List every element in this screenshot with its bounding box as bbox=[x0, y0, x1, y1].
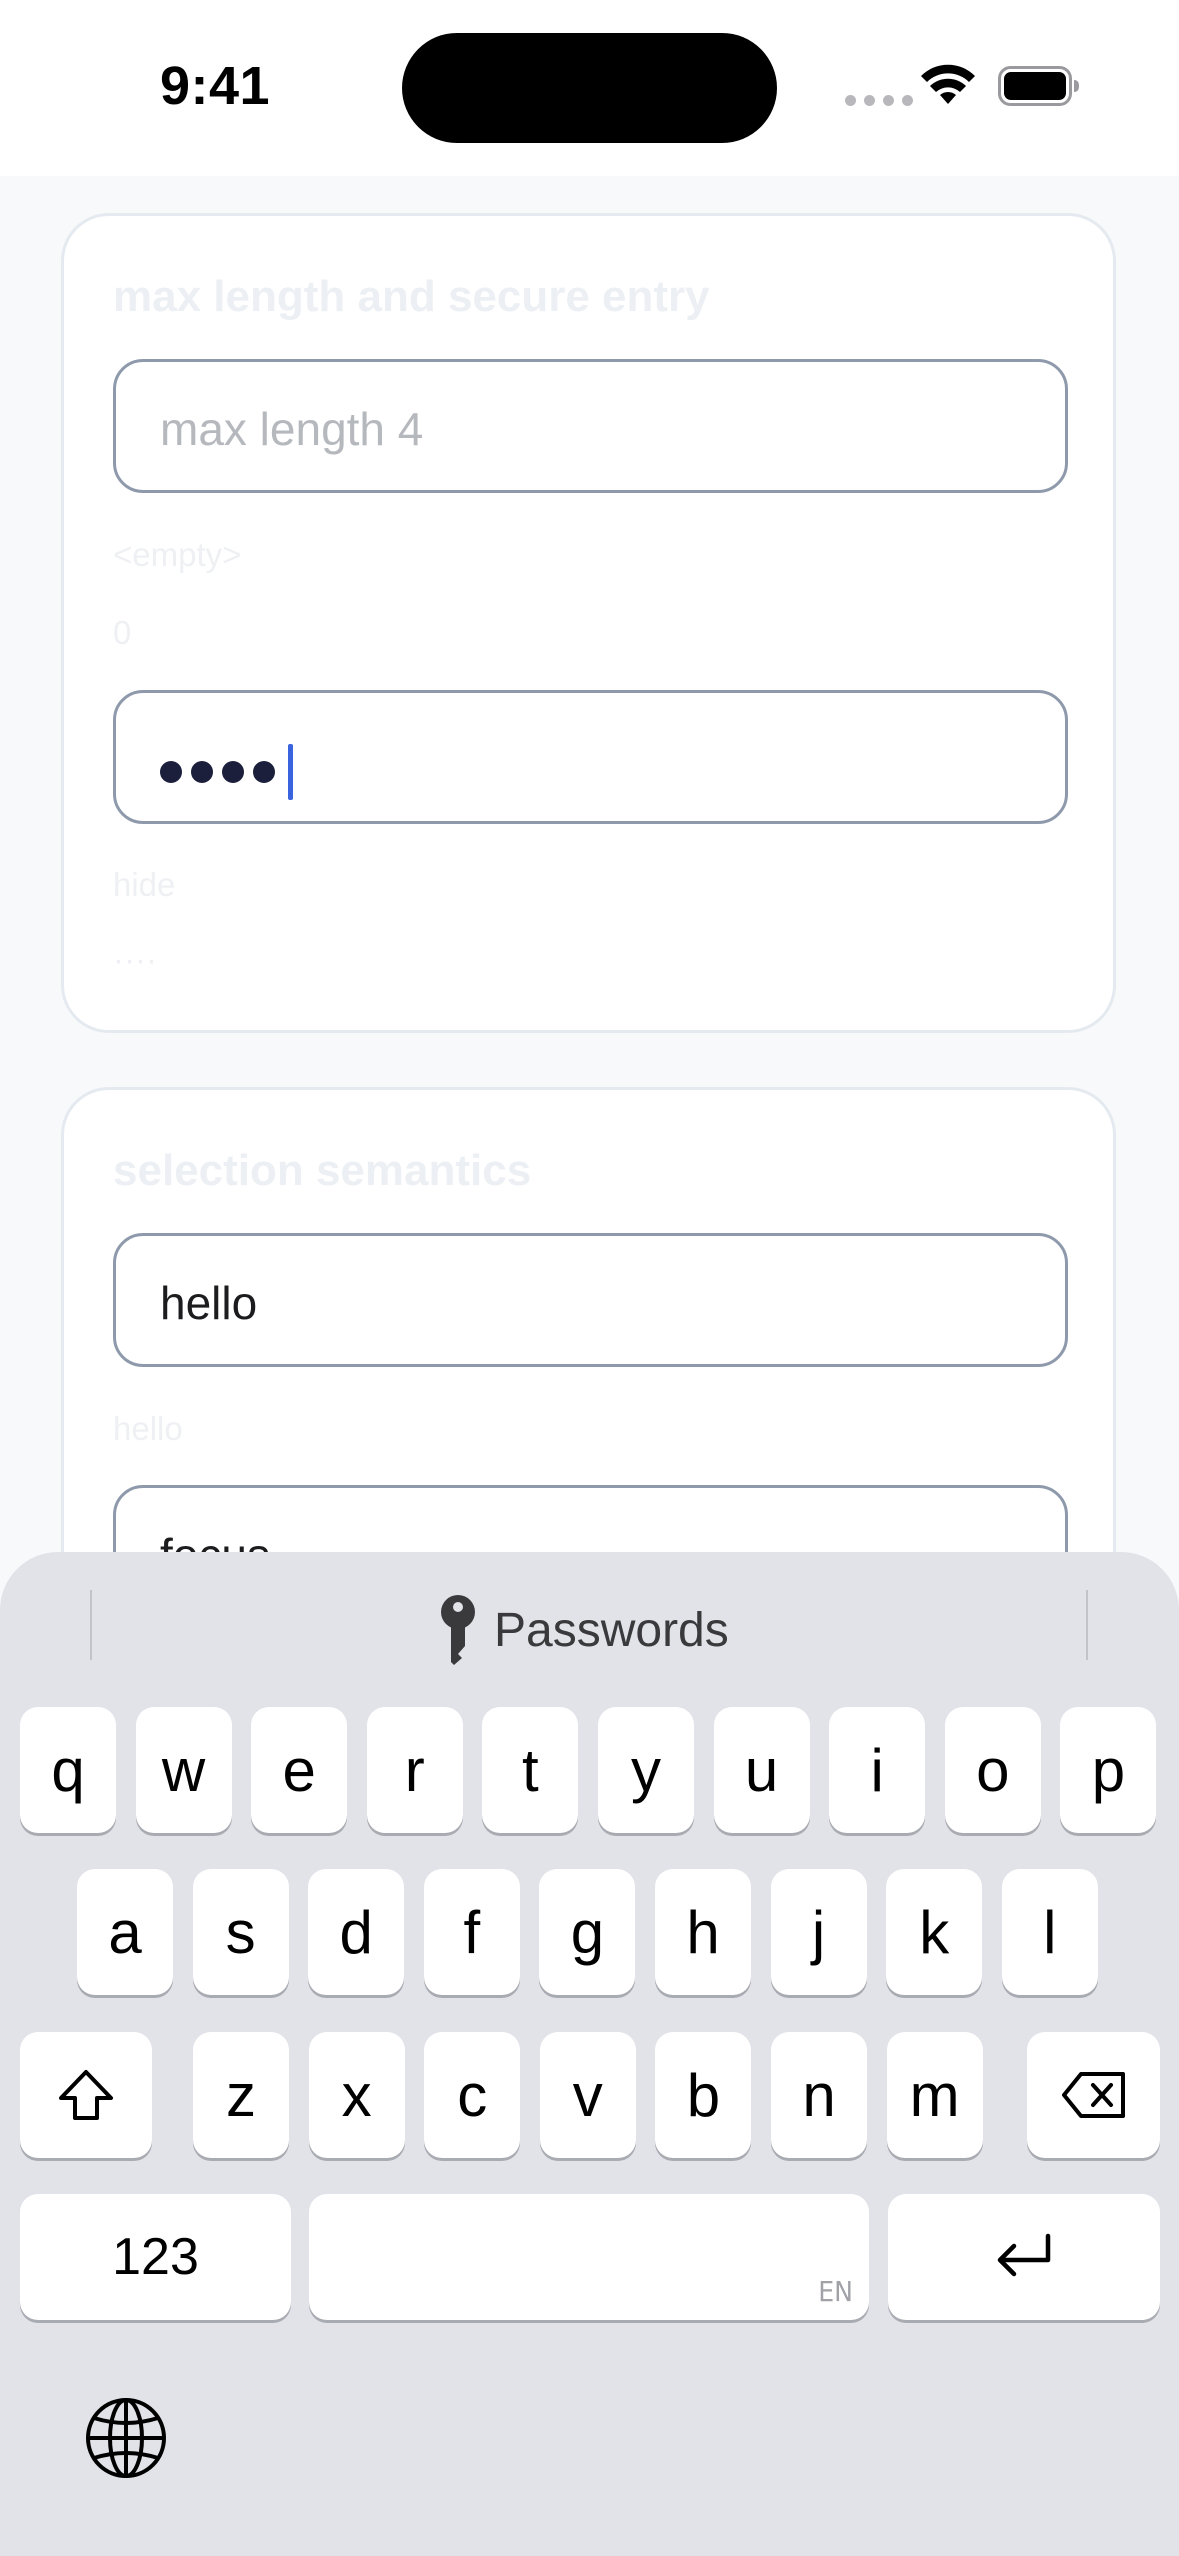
key-label: w bbox=[161, 1736, 206, 1804]
key-e[interactable]: e bbox=[251, 1707, 348, 1833]
key-y[interactable]: y bbox=[598, 1707, 694, 1833]
key-t[interactable]: t bbox=[482, 1707, 579, 1833]
card-title: selection semantics bbox=[113, 1146, 532, 1195]
key-i[interactable]: i bbox=[829, 1707, 926, 1833]
key-s[interactable]: s bbox=[192, 1869, 289, 1995]
key-b[interactable]: b bbox=[655, 2032, 752, 2158]
max-length-placeholder: max length 4 bbox=[160, 403, 424, 455]
passwords-suggestion[interactable]: Passwords bbox=[438, 1594, 729, 1666]
delete-icon bbox=[1061, 2072, 1125, 2118]
key-j[interactable]: j bbox=[770, 1869, 867, 1995]
suggestion-divider bbox=[1086, 1590, 1088, 1660]
max-length-value-label: <empty> bbox=[113, 536, 242, 573]
key-label: g bbox=[570, 1898, 605, 1966]
key-w[interactable]: w bbox=[135, 1707, 232, 1833]
key-label: p bbox=[1091, 1736, 1126, 1804]
key-icon bbox=[441, 1595, 475, 1665]
secure-entry-echo: ···· bbox=[113, 941, 157, 978]
key-label: c bbox=[457, 2061, 488, 2129]
key-label: m bbox=[909, 2061, 960, 2129]
passwords-label: Passwords bbox=[494, 1603, 729, 1657]
key-z[interactable]: z bbox=[193, 2032, 289, 2158]
key-label: q bbox=[51, 1736, 85, 1804]
wifi-icon bbox=[921, 64, 975, 104]
key-label: a bbox=[108, 1898, 142, 1966]
key-label: d bbox=[339, 1898, 373, 1966]
key-q[interactable]: q bbox=[20, 1707, 116, 1833]
card-title: max length and secure entry bbox=[113, 272, 710, 321]
key-label: n bbox=[802, 2061, 836, 2129]
shift-icon bbox=[59, 2070, 113, 2120]
return-icon bbox=[997, 2233, 1051, 2277]
key-o[interactable]: o bbox=[944, 1707, 1041, 1833]
key-label: v bbox=[572, 2061, 603, 2129]
max-length-count: 0 bbox=[113, 614, 132, 651]
status-time: 9:41 bbox=[160, 56, 271, 116]
key-label: f bbox=[463, 1898, 481, 1966]
key-label: s bbox=[225, 1898, 256, 1966]
key-r[interactable]: r bbox=[366, 1707, 463, 1833]
battery-icon bbox=[998, 66, 1079, 106]
key-label: k bbox=[919, 1898, 950, 1966]
suggestion-divider bbox=[90, 1590, 92, 1660]
secure-entry-label: hide bbox=[113, 866, 176, 903]
key-k[interactable]: k bbox=[886, 1869, 983, 1995]
key-label: l bbox=[1043, 1898, 1057, 1966]
key-f[interactable]: f bbox=[423, 1869, 520, 1995]
key-label: i bbox=[870, 1736, 884, 1804]
key-label: z bbox=[226, 2061, 256, 2129]
key-v[interactable]: v bbox=[539, 2032, 636, 2158]
key-g[interactable]: g bbox=[539, 1869, 636, 1995]
key-label: y bbox=[631, 1736, 661, 1804]
key-h[interactable]: h bbox=[655, 1869, 751, 1995]
secure-entry-input[interactable] bbox=[113, 690, 1068, 824]
password-mask bbox=[160, 744, 293, 800]
cellular-signal-icon bbox=[845, 95, 913, 106]
key-label: u bbox=[744, 1736, 779, 1804]
key-label: j bbox=[811, 1898, 826, 1966]
max-length-input[interactable]: max length 4 bbox=[113, 359, 1068, 493]
space-language-tag: EN bbox=[818, 2275, 853, 2308]
numbers-key-label: 123 bbox=[112, 2228, 199, 2286]
dynamic-island bbox=[402, 33, 777, 143]
key-c[interactable]: c bbox=[424, 2032, 521, 2158]
return-key[interactable] bbox=[888, 2194, 1160, 2320]
key-u[interactable]: u bbox=[713, 1707, 810, 1833]
key-label: r bbox=[404, 1736, 425, 1804]
key-n[interactable]: n bbox=[771, 2032, 867, 2158]
key-label: h bbox=[686, 1898, 720, 1966]
shift-key[interactable] bbox=[20, 2032, 152, 2158]
text-caret bbox=[288, 744, 293, 800]
key-label: b bbox=[686, 2061, 721, 2129]
key-label: x bbox=[341, 2061, 372, 2129]
status-bar: 9:41 bbox=[0, 0, 1179, 176]
key-a[interactable]: a bbox=[77, 1869, 173, 1995]
key-d[interactable]: d bbox=[308, 1869, 405, 1995]
key-label: e bbox=[282, 1736, 316, 1804]
max-length-secure-entry-card: max length and secure entry max length 4… bbox=[61, 213, 1116, 1033]
hello-input[interactable]: hello bbox=[113, 1233, 1068, 1367]
key-p[interactable]: p bbox=[1060, 1707, 1157, 1833]
key-x[interactable]: x bbox=[308, 2032, 405, 2158]
numbers-key[interactable]: 123 bbox=[20, 2194, 291, 2320]
key-label: o bbox=[976, 1736, 1010, 1804]
delete-key[interactable] bbox=[1027, 2032, 1160, 2158]
space-key[interactable]: EN bbox=[309, 2194, 869, 2320]
key-label: t bbox=[522, 1736, 539, 1804]
key-l[interactable]: l bbox=[1001, 1869, 1098, 1995]
key-m[interactable]: m bbox=[886, 2032, 983, 2158]
hello-input-value: hello bbox=[160, 1277, 258, 1329]
keyboard-suggestion-bar: Passwords bbox=[0, 1552, 1179, 1692]
hello-echo: hello bbox=[113, 1410, 183, 1447]
globe-icon[interactable] bbox=[84, 2396, 168, 2480]
